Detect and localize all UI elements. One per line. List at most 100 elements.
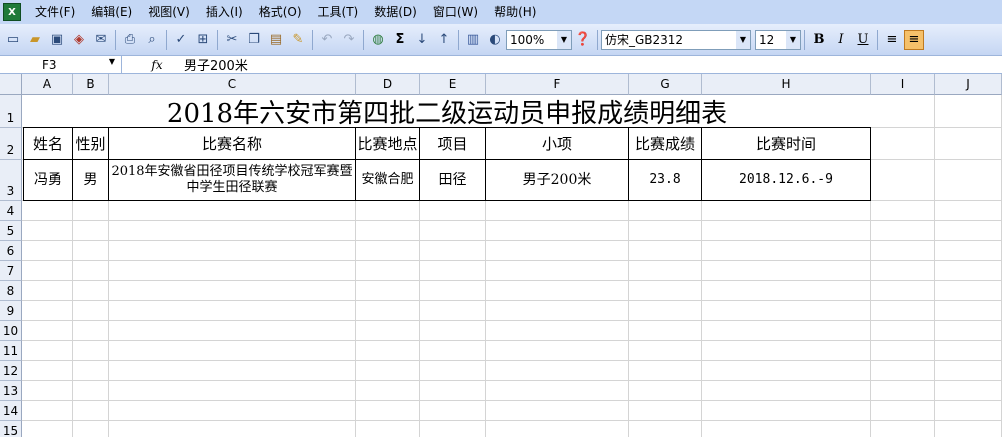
row-header[interactable]: 3 [0, 160, 22, 201]
row-header[interactable]: 6 [0, 241, 22, 261]
header-cell-location[interactable]: 比赛地点 [356, 128, 420, 160]
redo-icon[interactable]: ↷ [339, 30, 359, 50]
underline-button[interactable]: U [853, 30, 873, 50]
research-icon[interactable]: ⊞ [193, 30, 213, 50]
gridline [934, 95, 935, 437]
menu-file[interactable]: 文件(F) [27, 0, 83, 24]
align-left-icon[interactable]: ≡ [882, 30, 902, 50]
header-cell-event[interactable]: 项目 [420, 128, 486, 160]
menu-insert[interactable]: 插入(I) [198, 0, 251, 24]
data-cell-competition[interactable]: 2018年安徽省田径项目传统学校冠军赛暨中学生田径联赛 [109, 160, 356, 201]
menu-tools[interactable]: 工具(T) [310, 0, 367, 24]
column-header[interactable]: H [702, 74, 871, 95]
data-cell-event[interactable]: 田径 [420, 160, 486, 201]
menu-window[interactable]: 窗口(W) [425, 0, 486, 24]
insert-function-icon[interactable]: fx [122, 58, 172, 72]
column-header[interactable]: I [871, 74, 935, 95]
header-cell-name[interactable]: 姓名 [23, 128, 73, 160]
worksheet-grid[interactable]: A B C D E F G H I J 1 2 3 4 5 6 7 8 9 10… [0, 74, 1002, 437]
gridline [22, 240, 1002, 241]
drawing-icon[interactable]: ◐ [485, 30, 505, 50]
header-cell-sub-event[interactable]: 小项 [486, 128, 629, 160]
column-header[interactable]: E [420, 74, 486, 95]
header-cell-date[interactable]: 比赛时间 [702, 128, 871, 160]
hyperlink-icon[interactable]: ◍ [368, 30, 388, 50]
font-size-value: 12 [759, 32, 775, 47]
menu-help[interactable]: 帮助(H) [486, 0, 544, 24]
column-header[interactable]: J [935, 74, 1002, 95]
header-cell-gender[interactable]: 性别 [73, 128, 109, 160]
cut-icon[interactable]: ✂ [222, 30, 242, 50]
font-name-select[interactable]: 仿宋_GB2312 ▼ [601, 29, 751, 50]
menu-edit[interactable]: 编辑(E) [83, 0, 140, 24]
gridline [22, 420, 1002, 421]
align-center-icon[interactable]: ≡ [904, 29, 924, 50]
row-header[interactable]: 12 [0, 361, 22, 381]
paste-icon[interactable]: ▤ [266, 30, 286, 50]
help-icon[interactable]: ❓ [573, 30, 593, 50]
sheet-title[interactable]: 2018年六安市第四批二级运动员申报成绩明细表 [23, 95, 871, 128]
copy-icon[interactable]: ❐ [244, 30, 264, 50]
font-size-select[interactable]: 12 ▼ [755, 29, 801, 50]
row-header[interactable]: 10 [0, 321, 22, 341]
row-header[interactable]: 15 [0, 421, 22, 437]
open-folder-icon[interactable]: ▰ [25, 30, 45, 50]
select-all-corner[interactable] [0, 74, 22, 95]
autosum-icon[interactable]: Σ [390, 30, 410, 50]
toolbar-separator [115, 29, 116, 50]
row-header[interactable]: 9 [0, 301, 22, 321]
column-header[interactable]: D [356, 74, 420, 95]
row-header[interactable]: 4 [0, 201, 22, 221]
chevron-down-icon[interactable]: ▼ [786, 30, 800, 49]
email-icon[interactable]: ✉ [91, 30, 111, 50]
column-header[interactable]: F [486, 74, 629, 95]
gridline [22, 380, 1002, 381]
column-header[interactable]: C [109, 74, 356, 95]
row-header[interactable]: 2 [0, 128, 22, 160]
formula-input[interactable]: 男子200米 [172, 55, 248, 74]
italic-button[interactable]: I [831, 30, 851, 50]
data-cell-result[interactable]: 23.8 [629, 160, 702, 201]
format-painter-icon[interactable]: ✎ [288, 30, 308, 50]
data-cell-date[interactable]: 2018.12.6.-9 [702, 160, 871, 201]
menu-view[interactable]: 视图(V) [140, 0, 198, 24]
header-cell-result[interactable]: 比赛成绩 [629, 128, 702, 160]
chevron-down-icon[interactable]: ▼ [109, 57, 115, 66]
sort-ascending-icon[interactable]: ↓ [412, 30, 432, 50]
chart-wizard-icon[interactable]: ▥ [463, 30, 483, 50]
header-cell-competition[interactable]: 比赛名称 [109, 128, 356, 160]
chevron-down-icon[interactable]: ▼ [557, 30, 571, 49]
zoom-select[interactable]: 100% ▼ [506, 29, 572, 50]
excel-icon[interactable]: X [3, 3, 21, 21]
print-icon[interactable]: ⎙ [120, 30, 140, 50]
permission-icon[interactable]: ◈ [69, 30, 89, 50]
new-document-icon[interactable]: ▭ [3, 30, 23, 50]
toolbar-separator [166, 29, 167, 50]
print-preview-icon[interactable]: ⌕ [142, 30, 162, 50]
data-cell-name[interactable]: 冯勇 [23, 160, 73, 201]
save-icon[interactable]: ▣ [47, 30, 67, 50]
menu-format[interactable]: 格式(O) [251, 0, 310, 24]
gridline [22, 400, 1002, 401]
undo-icon[interactable]: ↶ [317, 30, 337, 50]
data-cell-gender[interactable]: 男 [73, 160, 109, 201]
column-header[interactable]: B [73, 74, 109, 95]
spelling-icon[interactable]: ✓ [171, 30, 191, 50]
bold-button[interactable]: B [809, 30, 829, 50]
column-header[interactable]: A [22, 74, 73, 95]
row-header[interactable]: 11 [0, 341, 22, 361]
row-header[interactable]: 8 [0, 281, 22, 301]
gridline [22, 220, 1002, 221]
row-header[interactable]: 13 [0, 381, 22, 401]
menu-data[interactable]: 数据(D) [366, 0, 425, 24]
row-header[interactable]: 14 [0, 401, 22, 421]
name-box[interactable]: F3 ▼ [0, 56, 122, 73]
data-cell-sub-event[interactable]: 男子200米 [486, 160, 629, 201]
column-header[interactable]: G [629, 74, 702, 95]
data-cell-location[interactable]: 安徽合肥 [356, 160, 420, 201]
chevron-down-icon[interactable]: ▼ [736, 30, 750, 49]
row-header[interactable]: 1 [0, 95, 22, 128]
row-header[interactable]: 5 [0, 221, 22, 241]
row-header[interactable]: 7 [0, 261, 22, 281]
sort-descending-icon[interactable]: ↑ [434, 30, 454, 50]
